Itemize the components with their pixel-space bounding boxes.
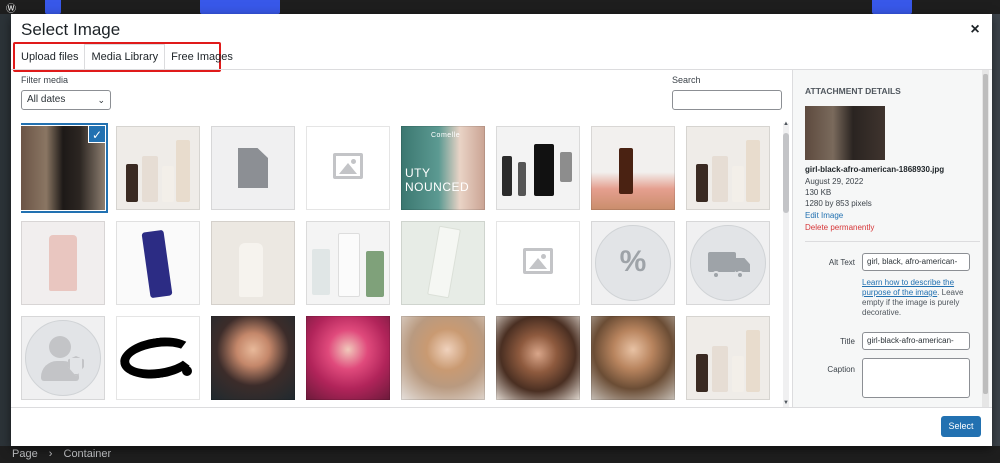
media-item[interactable] xyxy=(306,221,390,305)
title-input[interactable]: girl-black-afro-american- xyxy=(862,332,970,350)
tab-free-images[interactable]: Free Images xyxy=(165,44,239,70)
title-label: Title xyxy=(840,337,855,346)
photo-banner-text: UTY NOUNCED xyxy=(405,166,470,194)
media-tabs: Upload files Media Library Free Images xyxy=(15,44,239,70)
editor-topbar: Ⓦ xyxy=(0,0,1000,15)
media-item[interactable] xyxy=(686,221,770,305)
media-item[interactable] xyxy=(591,316,675,400)
breadcrumb: Page › Container xyxy=(12,448,111,460)
percent-icon: % xyxy=(619,245,647,278)
select-image-modal: Select Image × Upload files Media Librar… xyxy=(11,14,992,446)
media-item[interactable] xyxy=(496,126,580,210)
attachment-thumbnail xyxy=(805,106,885,160)
editor-bottom-bar xyxy=(0,446,1000,463)
breadcrumb-container[interactable]: Container xyxy=(64,448,112,460)
media-item[interactable] xyxy=(116,221,200,305)
breadcrumb-page[interactable]: Page xyxy=(12,448,38,460)
media-item[interactable] xyxy=(21,316,105,400)
media-item[interactable] xyxy=(591,126,675,210)
media-item[interactable] xyxy=(116,316,200,400)
tab-upload-files[interactable]: Upload files xyxy=(15,44,84,70)
chevron-down-icon: ⌄ xyxy=(97,95,105,105)
user-shield-icon xyxy=(49,336,71,358)
attachment-date: August 29, 2022 xyxy=(805,177,864,186)
attachment-details-heading: ATTACHMENT DETAILS xyxy=(805,86,901,96)
grid-scrollbar-thumb[interactable] xyxy=(783,133,789,213)
truck-wheel xyxy=(736,271,744,279)
delivery-truck-icon xyxy=(708,252,736,272)
edit-image-link[interactable]: Edit Image xyxy=(805,211,843,220)
attachment-dimensions: 1280 by 853 pixels xyxy=(805,199,872,208)
select-button[interactable]: Select xyxy=(941,416,981,437)
attachment-size: 130 KB xyxy=(805,188,832,197)
close-icon[interactable]: × xyxy=(967,22,983,38)
swoosh-logo-dot xyxy=(182,366,192,376)
media-item[interactable] xyxy=(211,316,295,400)
media-item[interactable] xyxy=(686,316,770,400)
truck-wheel xyxy=(712,271,720,279)
image-placeholder-icon xyxy=(523,248,553,274)
details-divider xyxy=(805,241,980,242)
photo-brand-text: Comelle xyxy=(431,132,461,139)
media-item[interactable] xyxy=(211,126,295,210)
alt-text-help: Learn how to describe the purpose of the… xyxy=(862,278,974,318)
modal-title: Select Image xyxy=(21,20,121,39)
media-item[interactable] xyxy=(306,126,390,210)
caption-textarea[interactable] xyxy=(862,358,970,398)
search-label: Search xyxy=(672,75,701,85)
user-badge-circle xyxy=(25,320,101,396)
document-icon xyxy=(238,148,268,188)
media-item[interactable]: % xyxy=(591,221,675,305)
alt-text-label: Alt Text xyxy=(828,258,855,267)
media-item[interactable]: ✓ xyxy=(21,126,105,210)
alt-text-input[interactable]: girl, black, afro-american- xyxy=(862,253,970,271)
image-placeholder-icon xyxy=(333,153,363,179)
add-block-button xyxy=(45,0,61,14)
wordpress-logo-icon: Ⓦ xyxy=(6,4,16,15)
media-item[interactable] xyxy=(401,221,485,305)
media-grid: ✓ Comelle UTY NOUNCED % xyxy=(21,123,785,408)
editor-blue-button xyxy=(200,0,280,14)
media-item[interactable] xyxy=(496,316,580,400)
checkmark-icon[interactable]: ✓ xyxy=(88,126,105,143)
date-filter-select[interactable]: All dates ⌄ xyxy=(21,90,111,110)
media-item[interactable] xyxy=(401,316,485,400)
search-input[interactable] xyxy=(672,90,782,110)
attachment-filename: girl-black-afro-american-1868930.jpg xyxy=(805,165,945,174)
filter-media-label: Filter media xyxy=(21,75,69,85)
attachment-details-panel: ATTACHMENT DETAILS girl-black-afro-ameri… xyxy=(792,70,992,407)
tab-media-library[interactable]: Media Library xyxy=(84,44,166,70)
editor-right-strip xyxy=(992,14,1000,446)
delete-permanently-link[interactable]: Delete permanently xyxy=(805,223,874,232)
media-item[interactable] xyxy=(116,126,200,210)
media-item[interactable] xyxy=(686,126,770,210)
media-item[interactable] xyxy=(496,221,580,305)
media-item[interactable] xyxy=(21,221,105,305)
date-filter-value: All dates xyxy=(27,94,66,105)
media-item[interactable] xyxy=(211,221,295,305)
caption-label: Caption xyxy=(827,365,855,374)
scroll-up-icon[interactable]: ▲ xyxy=(783,121,789,127)
breadcrumb-separator: › xyxy=(48,448,53,460)
media-item[interactable]: Comelle UTY NOUNCED xyxy=(401,126,485,210)
scroll-down-icon[interactable]: ▼ xyxy=(783,400,789,406)
footer-divider xyxy=(11,407,992,408)
media-item[interactable] xyxy=(306,316,390,400)
update-button xyxy=(872,0,912,14)
details-scrollbar-thumb[interactable] xyxy=(983,74,988,394)
